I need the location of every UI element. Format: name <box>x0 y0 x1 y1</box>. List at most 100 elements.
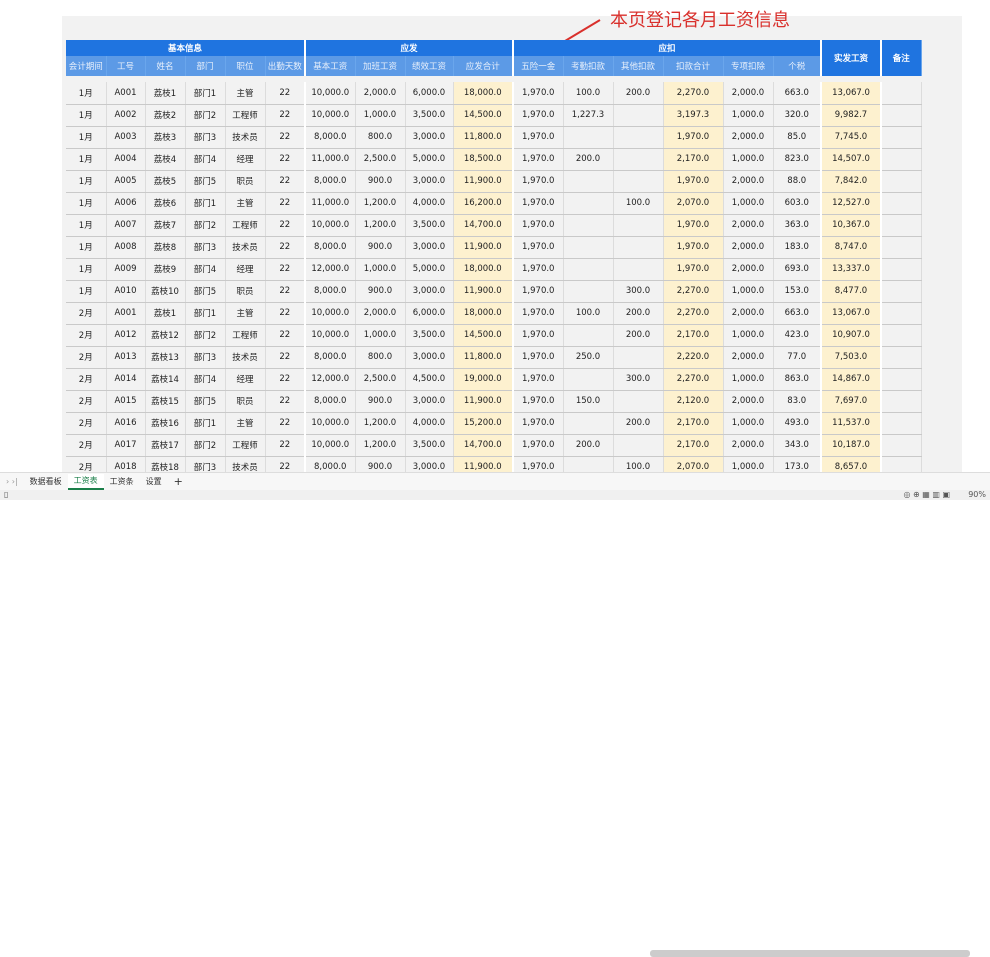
table-cell[interactable]: 2,000.0 <box>723 302 774 325</box>
table-cell[interactable]: 12,000.0 <box>305 258 356 281</box>
table-cell[interactable]: 13,067.0 <box>821 82 882 105</box>
table-cell[interactable] <box>881 126 922 149</box>
table-cell[interactable]: 荔枝1 <box>145 302 186 325</box>
table-cell[interactable]: 主管 <box>225 192 266 215</box>
table-cell[interactable]: 4,500.0 <box>405 368 454 391</box>
table-cell[interactable]: 经理 <box>225 148 266 171</box>
table-cell[interactable]: 1,970.0 <box>513 280 564 303</box>
table-cell[interactable]: 8,477.0 <box>821 280 882 303</box>
table-cell[interactable]: 荔枝8 <box>145 236 186 259</box>
table-cell[interactable]: 1,970.0 <box>513 82 564 105</box>
table-cell[interactable]: 250.0 <box>563 346 614 369</box>
table-cell[interactable] <box>881 346 922 369</box>
table-cell[interactable] <box>613 434 664 457</box>
table-cell[interactable]: 部门5 <box>185 170 226 193</box>
table-cell[interactable]: 22 <box>265 324 306 347</box>
table-cell[interactable]: A007 <box>106 214 146 237</box>
table-cell[interactable]: 3,000.0 <box>405 346 454 369</box>
table-cell[interactable]: 2月 <box>66 368 107 391</box>
table-cell[interactable]: 1,000.0 <box>355 258 406 281</box>
table-cell[interactable] <box>563 170 614 193</box>
table-cell[interactable]: 部门1 <box>185 192 226 215</box>
table-cell[interactable]: 1,000.0 <box>723 104 774 127</box>
table-cell[interactable]: 8,000.0 <box>305 390 356 413</box>
table-cell[interactable]: 1,000.0 <box>723 412 774 435</box>
table-cell[interactable]: 1,970.0 <box>513 368 564 391</box>
table-cell[interactable]: 3,197.3 <box>663 104 724 127</box>
table-cell[interactable]: 荔枝12 <box>145 324 186 347</box>
table-cell[interactable] <box>881 302 922 325</box>
table-cell[interactable]: 工程师 <box>225 324 266 347</box>
table-cell[interactable]: 100.0 <box>613 192 664 215</box>
table-cell[interactable]: 14,507.0 <box>821 148 882 171</box>
table-cell[interactable]: 职员 <box>225 170 266 193</box>
table-cell[interactable]: 荔枝9 <box>145 258 186 281</box>
table-cell[interactable]: 22 <box>265 192 306 215</box>
table-cell[interactable]: 22 <box>265 434 306 457</box>
table-cell[interactable]: 900.0 <box>355 280 406 303</box>
table-cell[interactable]: 2月 <box>66 302 107 325</box>
table-cell[interactable]: 320.0 <box>773 104 822 127</box>
tab-nav-arrows[interactable]: › ›| <box>0 477 24 486</box>
table-cell[interactable]: 2,000.0 <box>723 346 774 369</box>
table-cell[interactable] <box>881 192 922 215</box>
table-cell[interactable]: 部门2 <box>185 104 226 127</box>
view-mode-icons[interactable]: ◎ ⊕ ▦ ▥ ▣ <box>903 490 950 499</box>
table-cell[interactable]: 1月 <box>66 214 107 237</box>
table-cell[interactable]: 部门1 <box>185 412 226 435</box>
table-cell[interactable]: 11,537.0 <box>821 412 882 435</box>
table-cell[interactable]: 荔枝16 <box>145 412 186 435</box>
table-cell[interactable]: 800.0 <box>355 126 406 149</box>
table-cell[interactable] <box>613 346 664 369</box>
table-cell[interactable] <box>881 104 922 127</box>
table-cell[interactable]: 工程师 <box>225 104 266 127</box>
table-cell[interactable]: 荔枝5 <box>145 170 186 193</box>
table-cell[interactable] <box>881 236 922 259</box>
add-sheet-button[interactable]: + <box>168 475 189 488</box>
table-cell[interactable]: 部门3 <box>185 236 226 259</box>
table-cell[interactable]: 2,220.0 <box>663 346 724 369</box>
table-cell[interactable]: 2,170.0 <box>663 434 724 457</box>
table-cell[interactable] <box>881 280 922 303</box>
table-cell[interactable]: 22 <box>265 214 306 237</box>
table-cell[interactable]: 1,970.0 <box>513 192 564 215</box>
table-cell[interactable]: 荔枝13 <box>145 346 186 369</box>
table-cell[interactable]: 1,000.0 <box>723 280 774 303</box>
table-cell[interactable]: 1,970.0 <box>663 258 724 281</box>
table-cell[interactable]: 荔枝2 <box>145 104 186 127</box>
table-cell[interactable]: 2月 <box>66 346 107 369</box>
table-cell[interactable]: 经理 <box>225 258 266 281</box>
table-cell[interactable]: 863.0 <box>773 368 822 391</box>
table-cell[interactable]: 2,270.0 <box>663 82 724 105</box>
table-cell[interactable]: 423.0 <box>773 324 822 347</box>
table-cell[interactable]: 1月 <box>66 236 107 259</box>
table-cell[interactable]: 2,070.0 <box>663 192 724 215</box>
table-cell[interactable]: 13,337.0 <box>821 258 882 281</box>
table-cell[interactable]: 8,000.0 <box>305 170 356 193</box>
horizontal-scrollbar[interactable] <box>650 950 970 957</box>
table-cell[interactable] <box>881 324 922 347</box>
table-cell[interactable]: 工程师 <box>225 434 266 457</box>
table-cell[interactable]: 1月 <box>66 104 107 127</box>
table-cell[interactable]: 1月 <box>66 82 107 105</box>
table-cell[interactable]: 2月 <box>66 390 107 413</box>
table-cell[interactable] <box>881 258 922 281</box>
table-cell[interactable]: 663.0 <box>773 82 822 105</box>
table-cell[interactable]: 2,170.0 <box>663 412 724 435</box>
table-cell[interactable]: 1,200.0 <box>355 434 406 457</box>
table-cell[interactable] <box>563 412 614 435</box>
table-cell[interactable]: 1,970.0 <box>513 324 564 347</box>
table-cell[interactable]: 3,000.0 <box>405 390 454 413</box>
table-cell[interactable]: 22 <box>265 368 306 391</box>
table-cell[interactable]: 22 <box>265 236 306 259</box>
table-cell[interactable]: 荔枝6 <box>145 192 186 215</box>
table-cell[interactable]: 1月 <box>66 192 107 215</box>
table-cell[interactable]: 900.0 <box>355 390 406 413</box>
table-cell[interactable]: 部门5 <box>185 280 226 303</box>
table-cell[interactable]: 200.0 <box>563 434 614 457</box>
table-cell[interactable]: 1,970.0 <box>663 170 724 193</box>
table-cell[interactable] <box>563 214 614 237</box>
table-cell[interactable]: A014 <box>106 368 146 391</box>
table-cell[interactable]: 2,170.0 <box>663 324 724 347</box>
table-cell[interactable]: 荔枝10 <box>145 280 186 303</box>
